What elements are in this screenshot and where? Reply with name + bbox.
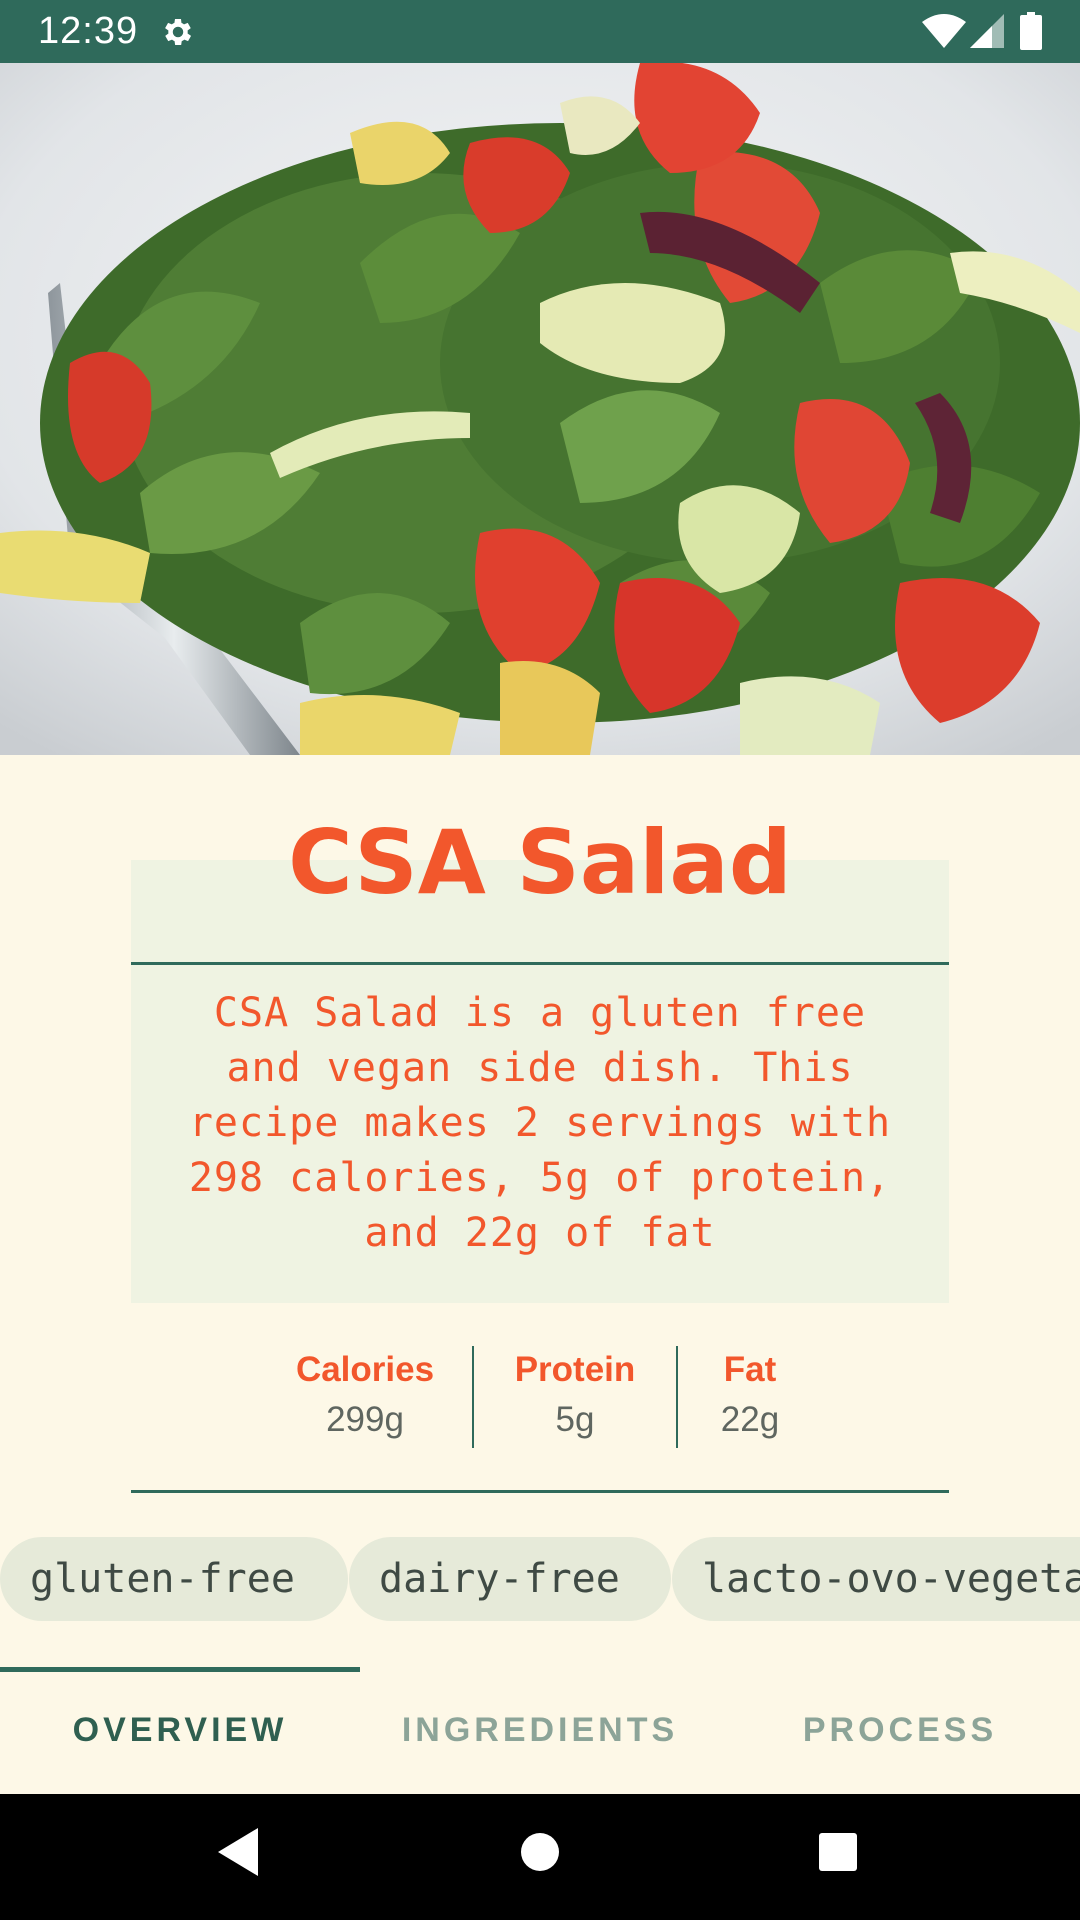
home-icon[interactable] [520,1832,560,1872]
nutrition-protein: Protein 5g [500,1345,650,1447]
tag-chip-gluten-free[interactable]: gluten-free [0,1537,348,1621]
recents-icon[interactable] [818,1832,858,1872]
battery-icon [1020,12,1042,50]
status-time: 12:39 [38,10,139,52]
nutrition-divider [676,1346,678,1448]
recipe-description: CSA Salad is a gluten free and vegan sid… [188,990,892,1256]
tab-ingredients[interactable]: INGREDIENTS [360,1700,720,1760]
nutrition-calories: Calories 299g [280,1345,450,1447]
tag-chip-dairy-free[interactable]: dairy-free [349,1537,671,1621]
recipe-title: CSA Salad [288,811,792,914]
tab-overview[interactable]: OVERVIEW [0,1700,360,1760]
nutrition-value: 5g [555,1400,595,1439]
tag-chip-lacto-ovo-vegetarian[interactable]: lacto-ovo-vegetarian [672,1537,1080,1621]
nutrition-divider [472,1346,474,1448]
wifi-icon [922,14,966,48]
nutrition-value: 22g [720,1400,780,1439]
tab-indicator [0,1667,360,1672]
nutrition-value: 299g [326,1400,404,1439]
nutrition-label: Fat [723,1350,777,1389]
nutrition-fat: Fat 22g [700,1345,800,1447]
tab-process[interactable]: PROCESS [720,1700,1080,1760]
recipe-screen: 12:39 CSA Salad CSA Salad is a gluten fr… [0,0,1080,1920]
signal-icon [970,14,1004,48]
navigation-bar [0,1794,1080,1920]
nutrition-label: Calories [295,1350,435,1389]
salad-photo [0,63,1080,755]
status-bar: 12:39 [0,0,1080,63]
nutrition-label: Protein [514,1350,636,1389]
back-icon[interactable] [218,1828,258,1876]
section-divider [131,1490,949,1493]
gear-icon [165,18,192,46]
